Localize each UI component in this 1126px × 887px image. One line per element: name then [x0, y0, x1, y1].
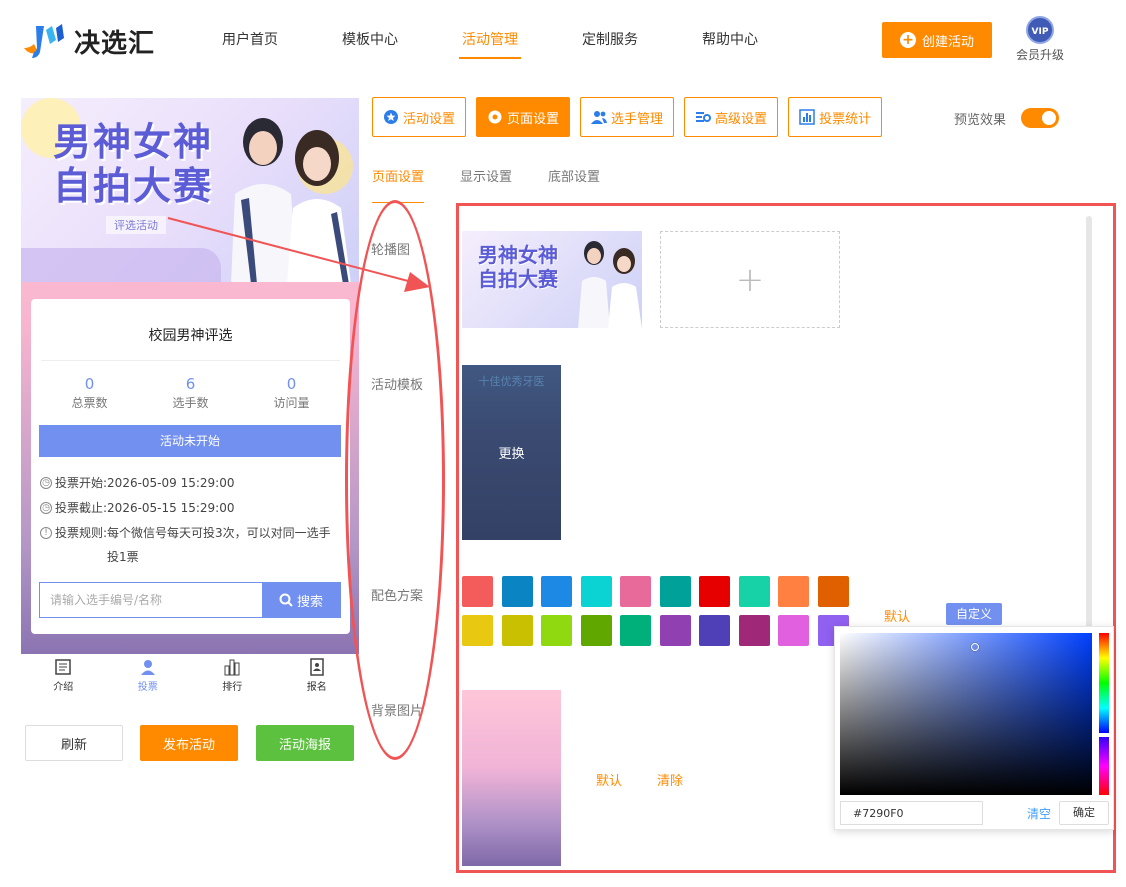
hex-color-input[interactable]: [840, 801, 983, 825]
hue-slider[interactable]: [1099, 633, 1109, 733]
picker-confirm-button[interactable]: 确定: [1059, 801, 1109, 825]
color-cursor[interactable]: [971, 643, 979, 651]
picker-clear-button[interactable]: 清空: [1027, 805, 1051, 822]
alpha-slider[interactable]: [1099, 737, 1109, 795]
saturation-value-panel[interactable]: [840, 633, 1092, 795]
color-picker-popup: 清空 确定: [834, 626, 1114, 830]
